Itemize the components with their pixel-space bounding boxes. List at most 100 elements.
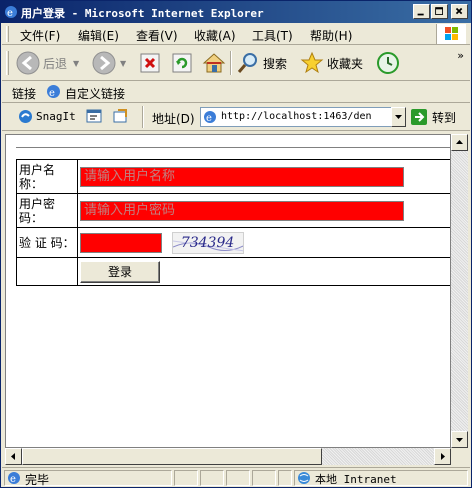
- search-icon: [237, 53, 257, 73]
- menu-view[interactable]: 查看(V): [136, 27, 178, 44]
- windows-logo-icon: [436, 24, 466, 44]
- search-button[interactable]: 搜索: [236, 50, 287, 76]
- snagit-button[interactable]: SnagIt: [36, 110, 76, 123]
- stop-icon: [140, 53, 160, 73]
- status-pane-1: [174, 470, 198, 486]
- title-bar[interactable]: e 用户登录 - Microsoft Internet Explorer: [1, 1, 471, 23]
- back-button[interactable]: 后退 ▼: [16, 50, 79, 76]
- close-icon: [455, 7, 463, 15]
- menu-file[interactable]: 文件(F): [20, 27, 60, 44]
- address-label: 地址(D): [152, 112, 195, 126]
- standard-toolbar: 后退 ▼ ▼ 搜索 收藏夹 »: [2, 45, 470, 81]
- toolbar-separator: [230, 51, 232, 75]
- history-button[interactable]: [376, 50, 400, 76]
- history-icon: [377, 52, 399, 74]
- favorites-button[interactable]: 收藏夹: [300, 50, 363, 76]
- toolbar-overflow-icon[interactable]: »: [457, 49, 464, 62]
- page-icon: e: [204, 111, 216, 124]
- status-pane-3: [226, 470, 250, 486]
- scrollbar-corner: [451, 448, 468, 465]
- vertical-scrollbar[interactable]: [451, 134, 468, 448]
- scroll-down-button[interactable]: [451, 431, 468, 448]
- status-pane-2: [200, 470, 224, 486]
- scroll-up-button[interactable]: [451, 134, 468, 151]
- home-button[interactable]: [202, 50, 226, 76]
- address-bar: SnagIt 地址(D) e http://localhost:1463/den…: [2, 103, 470, 131]
- forward-dropdown-icon[interactable]: ▼: [120, 59, 126, 68]
- forward-button[interactable]: ▼: [92, 50, 126, 76]
- toolbar-grip[interactable]: [6, 51, 9, 75]
- ie-logo-icon: e: [5, 6, 17, 19]
- go-label: 转到: [432, 110, 457, 125]
- ie-page-icon: e: [47, 85, 60, 99]
- intranet-icon: [298, 472, 310, 484]
- home-icon: [202, 53, 226, 73]
- capture-region-icon[interactable]: [112, 108, 128, 124]
- horizontal-scroll-thumb[interactable]: [22, 448, 322, 465]
- links-label: 链接: [12, 87, 37, 101]
- capture-window-icon[interactable]: [86, 108, 102, 124]
- horizontal-scrollbar[interactable]: [5, 448, 451, 465]
- username-label: 用户名称：: [16, 159, 78, 194]
- page-content: 用户名称： 请输入用户名称 用户密码： 请输入用户密码 验 证 码： 73439…: [5, 134, 451, 448]
- status-pane-4: [252, 470, 276, 486]
- captcha-text: 734394: [180, 234, 235, 251]
- window-title: 用户登录 - Microsoft Internet Explorer: [21, 7, 264, 20]
- maximize-icon: [435, 7, 443, 15]
- go-button[interactable]: 转到: [410, 107, 456, 127]
- password-row: 用户密码： 请输入用户密码: [16, 193, 450, 228]
- address-input[interactable]: e http://localhost:1463/dengl: [200, 107, 392, 127]
- stop-button[interactable]: [139, 50, 161, 76]
- back-dropdown-icon[interactable]: ▼: [73, 59, 79, 68]
- status-bar: e 完毕 本地 Intranet: [2, 467, 470, 487]
- username-input[interactable]: 请输入用户名称: [80, 166, 404, 187]
- close-button[interactable]: [451, 4, 468, 19]
- password-label: 用户密码：: [16, 193, 78, 228]
- submit-row: 登录: [16, 257, 450, 286]
- browser-window: e 用户登录 - Microsoft Internet Explorer 文件(…: [0, 0, 472, 488]
- minimize-button[interactable]: [413, 4, 430, 19]
- scroll-right-button[interactable]: [434, 448, 451, 465]
- zone-pane[interactable]: 本地 Intranet: [294, 470, 468, 486]
- favorites-label: 收藏夹: [327, 56, 364, 71]
- menu-favorites[interactable]: 收藏(A): [194, 27, 236, 44]
- menu-help[interactable]: 帮助(H): [310, 27, 352, 44]
- refresh-button[interactable]: [171, 50, 193, 76]
- login-form: 用户名称： 请输入用户名称 用户密码： 请输入用户密码 验 证 码： 73439…: [16, 159, 450, 286]
- captcha-image[interactable]: 734394: [171, 231, 244, 254]
- custom-links-link[interactable]: 自定义链接: [65, 85, 125, 102]
- status-pane-5: [278, 470, 292, 486]
- forward-arrow-icon: [92, 51, 116, 75]
- submit-cell: 登录: [77, 257, 450, 286]
- status-main-pane: e 完毕: [4, 470, 172, 487]
- page-done-icon: e: [8, 472, 20, 485]
- address-dropdown-button[interactable]: [391, 107, 406, 127]
- menu-edit[interactable]: 编辑(E): [78, 27, 119, 44]
- captcha-row: 验 证 码： 734394: [16, 227, 450, 258]
- svg-text:e: e: [49, 88, 55, 99]
- empty-cell: [16, 257, 78, 286]
- refresh-icon: [172, 53, 192, 73]
- status-text: 完毕: [25, 473, 50, 487]
- back-label: 后退: [43, 56, 68, 71]
- arrow-right-icon: [441, 453, 445, 460]
- password-input[interactable]: 请输入用户密码: [80, 200, 404, 221]
- login-button[interactable]: 登录: [80, 260, 160, 283]
- arrow-left-icon: [11, 453, 15, 460]
- links-bar: 链接 e 自定义链接: [2, 81, 470, 103]
- menu-grip[interactable]: [6, 26, 9, 42]
- menu-tools[interactable]: 工具(T): [252, 27, 293, 44]
- maximize-button[interactable]: [431, 4, 448, 19]
- address-url: http://localhost:1463/dengl: [221, 111, 371, 122]
- scroll-left-button[interactable]: [5, 448, 22, 465]
- address-separator: [142, 106, 144, 128]
- chevron-down-icon: [395, 115, 402, 119]
- captcha-input[interactable]: [80, 232, 162, 253]
- password-cell: 请输入用户密码: [77, 193, 450, 228]
- snagit-icon: [19, 110, 32, 123]
- arrow-down-icon: [456, 438, 463, 442]
- username-cell: 请输入用户名称: [77, 159, 450, 194]
- svg-text:e: e: [206, 113, 212, 124]
- username-row: 用户名称： 请输入用户名称: [16, 159, 450, 194]
- captcha-label: 验 证 码：: [16, 227, 78, 258]
